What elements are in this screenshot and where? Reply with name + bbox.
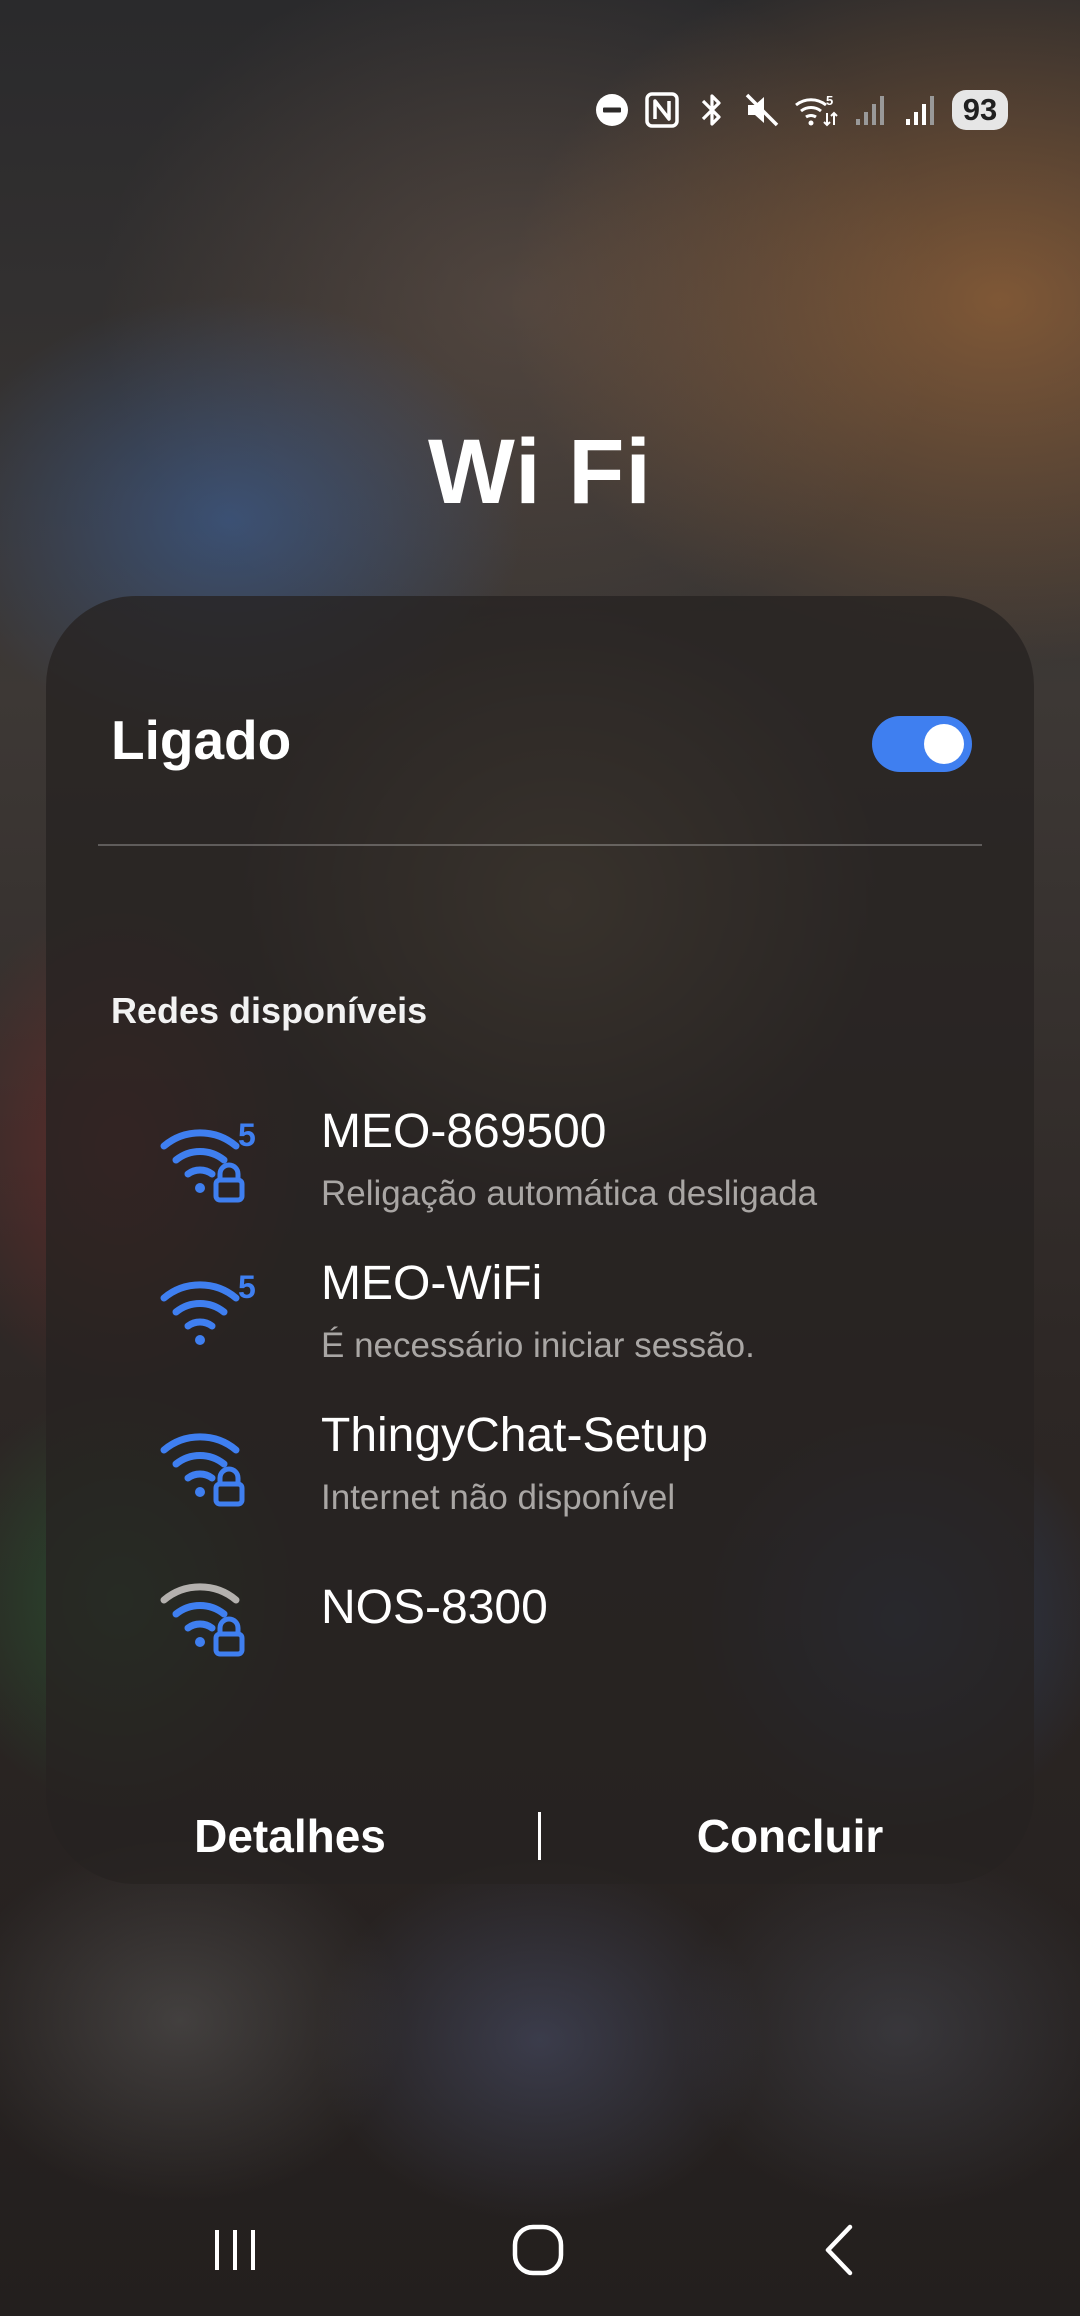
network-status: É necessário iniciar sessão.: [321, 1326, 755, 1365]
network-name: ThingyChat-Setup: [321, 1409, 708, 1462]
dnd-icon: [594, 90, 630, 130]
details-button[interactable]: Detalhes: [70, 1796, 510, 1876]
done-button[interactable]: Concluir: [570, 1796, 1010, 1876]
action-separator: [538, 1812, 541, 1860]
wifi-weak-locked-icon: [160, 1583, 245, 1657]
network-name: NOS-8300: [321, 1581, 548, 1634]
mute-icon: [744, 90, 780, 130]
bluetooth-icon: [694, 90, 730, 130]
wifi-toggle-row[interactable]: Ligado: [46, 596, 1034, 846]
svg-text:5: 5: [826, 93, 833, 108]
section-header: Redes disponíveis: [111, 990, 428, 1031]
wifi-5ghz-icon: 5: [160, 1269, 256, 1345]
status-bar: 5 93: [594, 82, 1008, 138]
home-icon[interactable]: [478, 2220, 598, 2280]
svg-text:5: 5: [238, 1117, 256, 1153]
wifi-locked-5ghz-icon: 5: [160, 1117, 256, 1203]
network-item[interactable]: NOS-8300: [86, 1558, 994, 1688]
network-name: MEO-WiFi: [321, 1257, 543, 1310]
network-item[interactable]: 5 MEO-WiFi É necessário iniciar sessão.: [86, 1256, 994, 1386]
wifi-toggle-label: Ligado: [111, 709, 292, 771]
page-title: Wi Fi: [428, 421, 652, 523]
signal-icon: [852, 90, 888, 130]
battery-level: 93: [952, 90, 1008, 130]
switch-knob: [924, 724, 964, 764]
divider: [98, 844, 982, 846]
svg-text:5: 5: [238, 1269, 256, 1305]
network-status: Religação automática desligada: [321, 1174, 818, 1213]
recents-icon[interactable]: [175, 2220, 295, 2280]
back-icon[interactable]: [780, 2220, 900, 2280]
signal-icon: [902, 90, 938, 130]
network-status: Internet não disponível: [321, 1478, 676, 1517]
network-item[interactable]: 5 MEO-869500 Religação automática deslig…: [86, 1104, 994, 1234]
network-name: MEO-869500: [321, 1105, 607, 1158]
nfc-icon: [644, 90, 680, 130]
wifi-5g-icon: 5: [794, 90, 838, 130]
dialog-actions: Detalhes Concluir: [46, 1796, 1034, 1886]
network-item[interactable]: ThingyChat-Setup Internet não disponível: [86, 1408, 994, 1538]
wifi-switch[interactable]: [872, 716, 972, 772]
wifi-panel: Ligado Redes disponíveis 5 MEO-869500 Re…: [46, 596, 1034, 1884]
navigation-bar: [0, 2200, 1080, 2300]
wifi-locked-icon: [160, 1433, 245, 1507]
